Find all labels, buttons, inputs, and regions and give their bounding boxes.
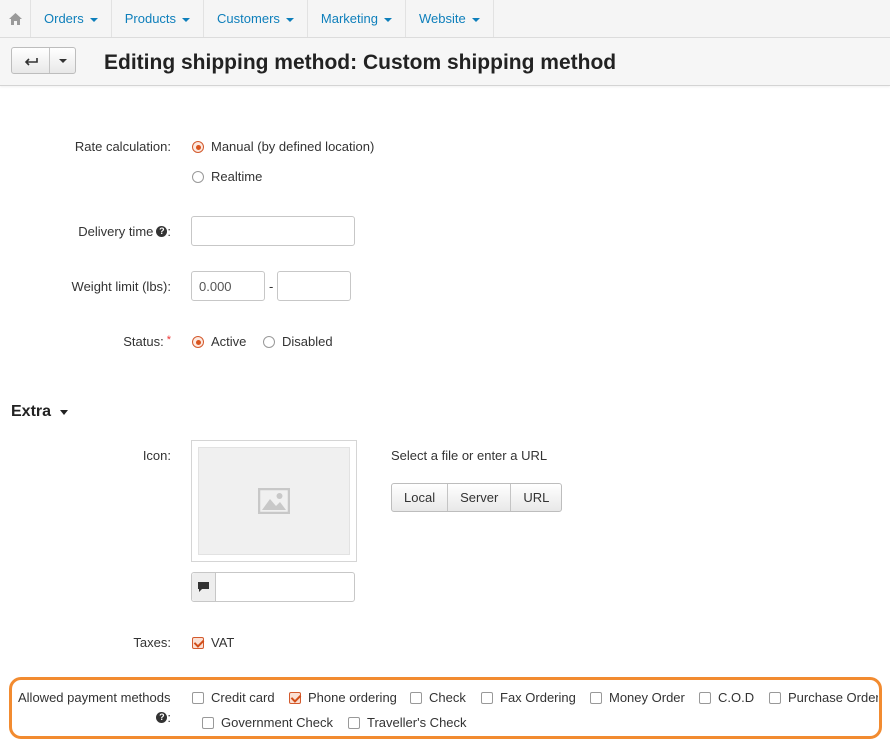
- local-button[interactable]: Local: [392, 484, 449, 511]
- rate-realtime-radio[interactable]: [192, 171, 204, 183]
- back-button[interactable]: [12, 48, 50, 73]
- page-header: Editing shipping method: Custom shipping…: [0, 38, 890, 86]
- status-label: Status: *: [30, 334, 171, 349]
- home-icon[interactable]: [0, 0, 31, 37]
- back-button-group: [11, 47, 76, 74]
- extra-section-title: Extra: [11, 403, 52, 420]
- status-label-text: Status:: [123, 334, 164, 349]
- chevron-down-icon: [58, 58, 67, 63]
- nav-website-label: Website: [418, 11, 466, 26]
- weight-limit-from-input[interactable]: 0.000: [191, 271, 265, 301]
- rate-realtime-label[interactable]: Realtime: [211, 169, 262, 184]
- icon-source-buttons: Local Server URL: [391, 483, 563, 512]
- image-placeholder-icon: [198, 447, 350, 555]
- icon-preview: [191, 440, 357, 562]
- chevron-down-icon: [182, 17, 191, 22]
- nav-marketing-label: Marketing: [320, 11, 378, 26]
- status-active-radio[interactable]: [192, 336, 204, 348]
- delivery-time-label-text: Delivery time: [78, 224, 154, 239]
- weight-limit-to-input[interactable]: [277, 271, 351, 301]
- delivery-time-label-suffix: :: [167, 224, 171, 239]
- delivery-time-label: Delivery time?:: [30, 224, 171, 239]
- chevron-down-icon: [471, 17, 480, 22]
- nav-products[interactable]: Products: [112, 0, 205, 37]
- highlight-outline: [9, 677, 882, 739]
- status-disabled-radio[interactable]: [263, 336, 275, 348]
- rate-manual-radio[interactable]: [192, 141, 204, 153]
- back-dropdown-button[interactable]: [50, 48, 75, 73]
- extra-section-toggle[interactable]: Extra: [11, 403, 69, 421]
- chevron-down-icon: [89, 17, 98, 22]
- rate-manual-label[interactable]: Manual (by defined location): [211, 139, 374, 154]
- chevron-down-icon: [60, 409, 69, 415]
- help-icon[interactable]: ?: [156, 226, 168, 238]
- rate-calculation-label: Rate calculation:: [74, 139, 171, 154]
- nav-orders-label: Orders: [44, 11, 84, 26]
- nav-products-label: Products: [124, 11, 177, 26]
- page-title: Editing shipping method: Custom shipping…: [104, 51, 617, 74]
- icon-upload-hint: Select a file or enter a URL: [391, 448, 548, 463]
- nav-customers[interactable]: Customers: [204, 0, 308, 37]
- icon-alt-input[interactable]: [191, 572, 355, 602]
- weight-limit-label: Weight limit (lbs):: [71, 279, 171, 294]
- vat-label[interactable]: VAT: [211, 635, 234, 650]
- nav-customers-label: Customers: [217, 11, 280, 26]
- delivery-time-input[interactable]: [191, 216, 355, 246]
- weight-limit-separator: -: [269, 279, 274, 294]
- vat-checkbox[interactable]: [192, 637, 204, 649]
- comment-icon: [192, 573, 216, 601]
- nav-orders[interactable]: Orders: [31, 0, 112, 37]
- back-arrow-icon: [24, 57, 38, 66]
- nav-marketing[interactable]: Marketing: [308, 0, 406, 37]
- top-navigation: Orders Products Customers Marketing Webs…: [0, 0, 890, 38]
- server-button[interactable]: Server: [448, 484, 512, 511]
- url-button[interactable]: URL: [511, 484, 561, 511]
- nav-website[interactable]: Website: [406, 0, 494, 37]
- taxes-label: Taxes:: [133, 635, 171, 650]
- chevron-down-icon: [383, 17, 392, 22]
- icon-label: Icon:: [142, 448, 171, 463]
- required-mark: *: [166, 334, 171, 346]
- status-disabled-label[interactable]: Disabled: [282, 334, 333, 349]
- chevron-down-icon: [285, 17, 294, 22]
- status-active-label[interactable]: Active: [211, 334, 246, 349]
